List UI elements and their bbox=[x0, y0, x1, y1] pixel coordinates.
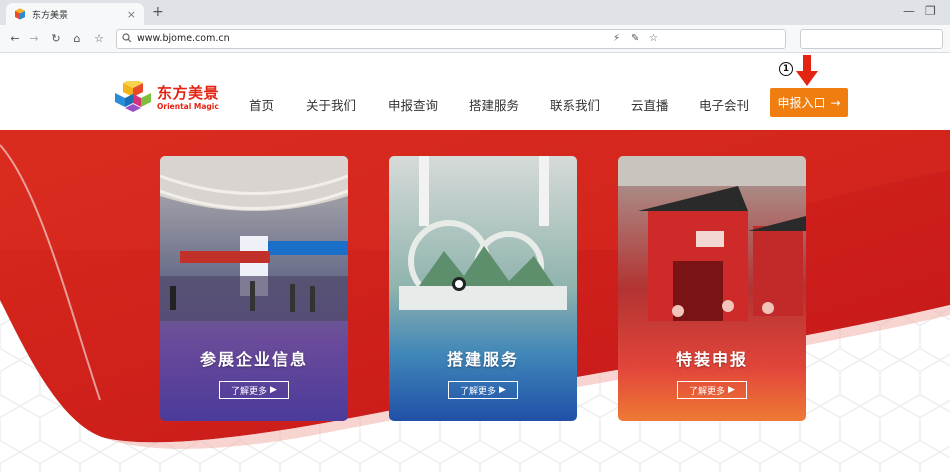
card-title: 参展企业信息 bbox=[199, 350, 308, 369]
learn-more-button[interactable]: 了解更多 ▶ bbox=[677, 381, 747, 399]
tab-close-icon[interactable]: × bbox=[127, 8, 136, 21]
card-special-declaration[interactable]: 特装申报 了解更多 ▶ bbox=[618, 156, 806, 421]
play-arrow-icon: ▶ bbox=[270, 385, 277, 395]
hero-banner: 参展企业信息 了解更多 ▶ 搭建服务 了解更多 ▶ 特装申报 了解更多 ▶ bbox=[0, 130, 950, 473]
search-icon bbox=[122, 33, 132, 43]
nav-item-build-service[interactable]: 搭建服务 bbox=[469, 95, 519, 114]
brand-name-en: Oriental Magic bbox=[157, 102, 219, 111]
back-icon[interactable]: ← bbox=[8, 31, 22, 45]
site-header: 东方美景 Oriental Magic 首页 关于我们 申报查询 搭建服务 联系… bbox=[0, 53, 950, 130]
browser-tab-bar: 东方美景 × + — ❐ bbox=[0, 0, 950, 25]
browser-tab[interactable]: 东方美景 × bbox=[6, 3, 144, 25]
card-build-service[interactable]: 搭建服务 了解更多 ▶ bbox=[389, 156, 577, 421]
minimize-icon[interactable]: — bbox=[903, 4, 915, 18]
restore-icon[interactable]: ❐ bbox=[925, 4, 936, 18]
nav-item-live[interactable]: 云直播 bbox=[631, 95, 669, 114]
annotation-arrow-down-icon bbox=[796, 55, 818, 86]
address-bar[interactable]: www.bjome.com.cn ⚡ ✎ ☆ bbox=[116, 29, 786, 49]
reload-icon[interactable]: ↻ bbox=[49, 31, 63, 45]
play-arrow-icon: ▶ bbox=[499, 385, 506, 395]
bookmark-star-icon[interactable]: ☆ bbox=[92, 31, 106, 45]
nav-item-about[interactable]: 关于我们 bbox=[306, 95, 356, 114]
read-aloud-icon[interactable]: ✎ bbox=[631, 33, 639, 44]
learn-more-button[interactable]: 了解更多 ▶ bbox=[219, 381, 289, 399]
card-title: 特装申报 bbox=[675, 350, 748, 369]
apply-entry-button[interactable]: 申报入口 → bbox=[770, 88, 848, 117]
learn-more-button[interactable]: 了解更多 ▶ bbox=[448, 381, 518, 399]
nav-item-ebook[interactable]: 电子会刊 bbox=[699, 95, 749, 114]
forward-icon[interactable]: → bbox=[27, 31, 41, 45]
play-arrow-icon: ▶ bbox=[728, 385, 735, 395]
apply-entry-label: 申报入口 bbox=[777, 96, 826, 110]
browser-toolbar: ← → ↻ ⌂ ☆ www.bjome.com.cn ⚡ ✎ ☆ bbox=[0, 25, 950, 53]
lightning-icon[interactable]: ⚡ bbox=[613, 33, 620, 44]
arrow-right-icon: → bbox=[830, 95, 841, 110]
url-text: www.bjome.com.cn bbox=[137, 33, 230, 44]
card-exhibitor-info[interactable]: 参展企业信息 了解更多 ▶ bbox=[160, 156, 348, 421]
annotation-number-badge: 1 bbox=[779, 62, 793, 76]
brand-name-cn[interactable]: 东方美景 bbox=[157, 82, 219, 103]
tab-title: 东方美景 bbox=[32, 10, 69, 21]
favorites-icon[interactable]: ☆ bbox=[649, 33, 658, 44]
nav-item-contact[interactable]: 联系我们 bbox=[550, 95, 600, 114]
nav-item-home[interactable]: 首页 bbox=[249, 95, 274, 114]
new-tab-icon[interactable]: + bbox=[152, 4, 164, 20]
search-box[interactable] bbox=[800, 29, 943, 49]
home-icon[interactable]: ⌂ bbox=[70, 31, 84, 45]
nav-item-query[interactable]: 申报查询 bbox=[388, 95, 438, 114]
site-favicon-icon bbox=[15, 8, 25, 20]
logo-cube-icon[interactable] bbox=[113, 81, 153, 113]
card-title: 搭建服务 bbox=[446, 350, 519, 369]
